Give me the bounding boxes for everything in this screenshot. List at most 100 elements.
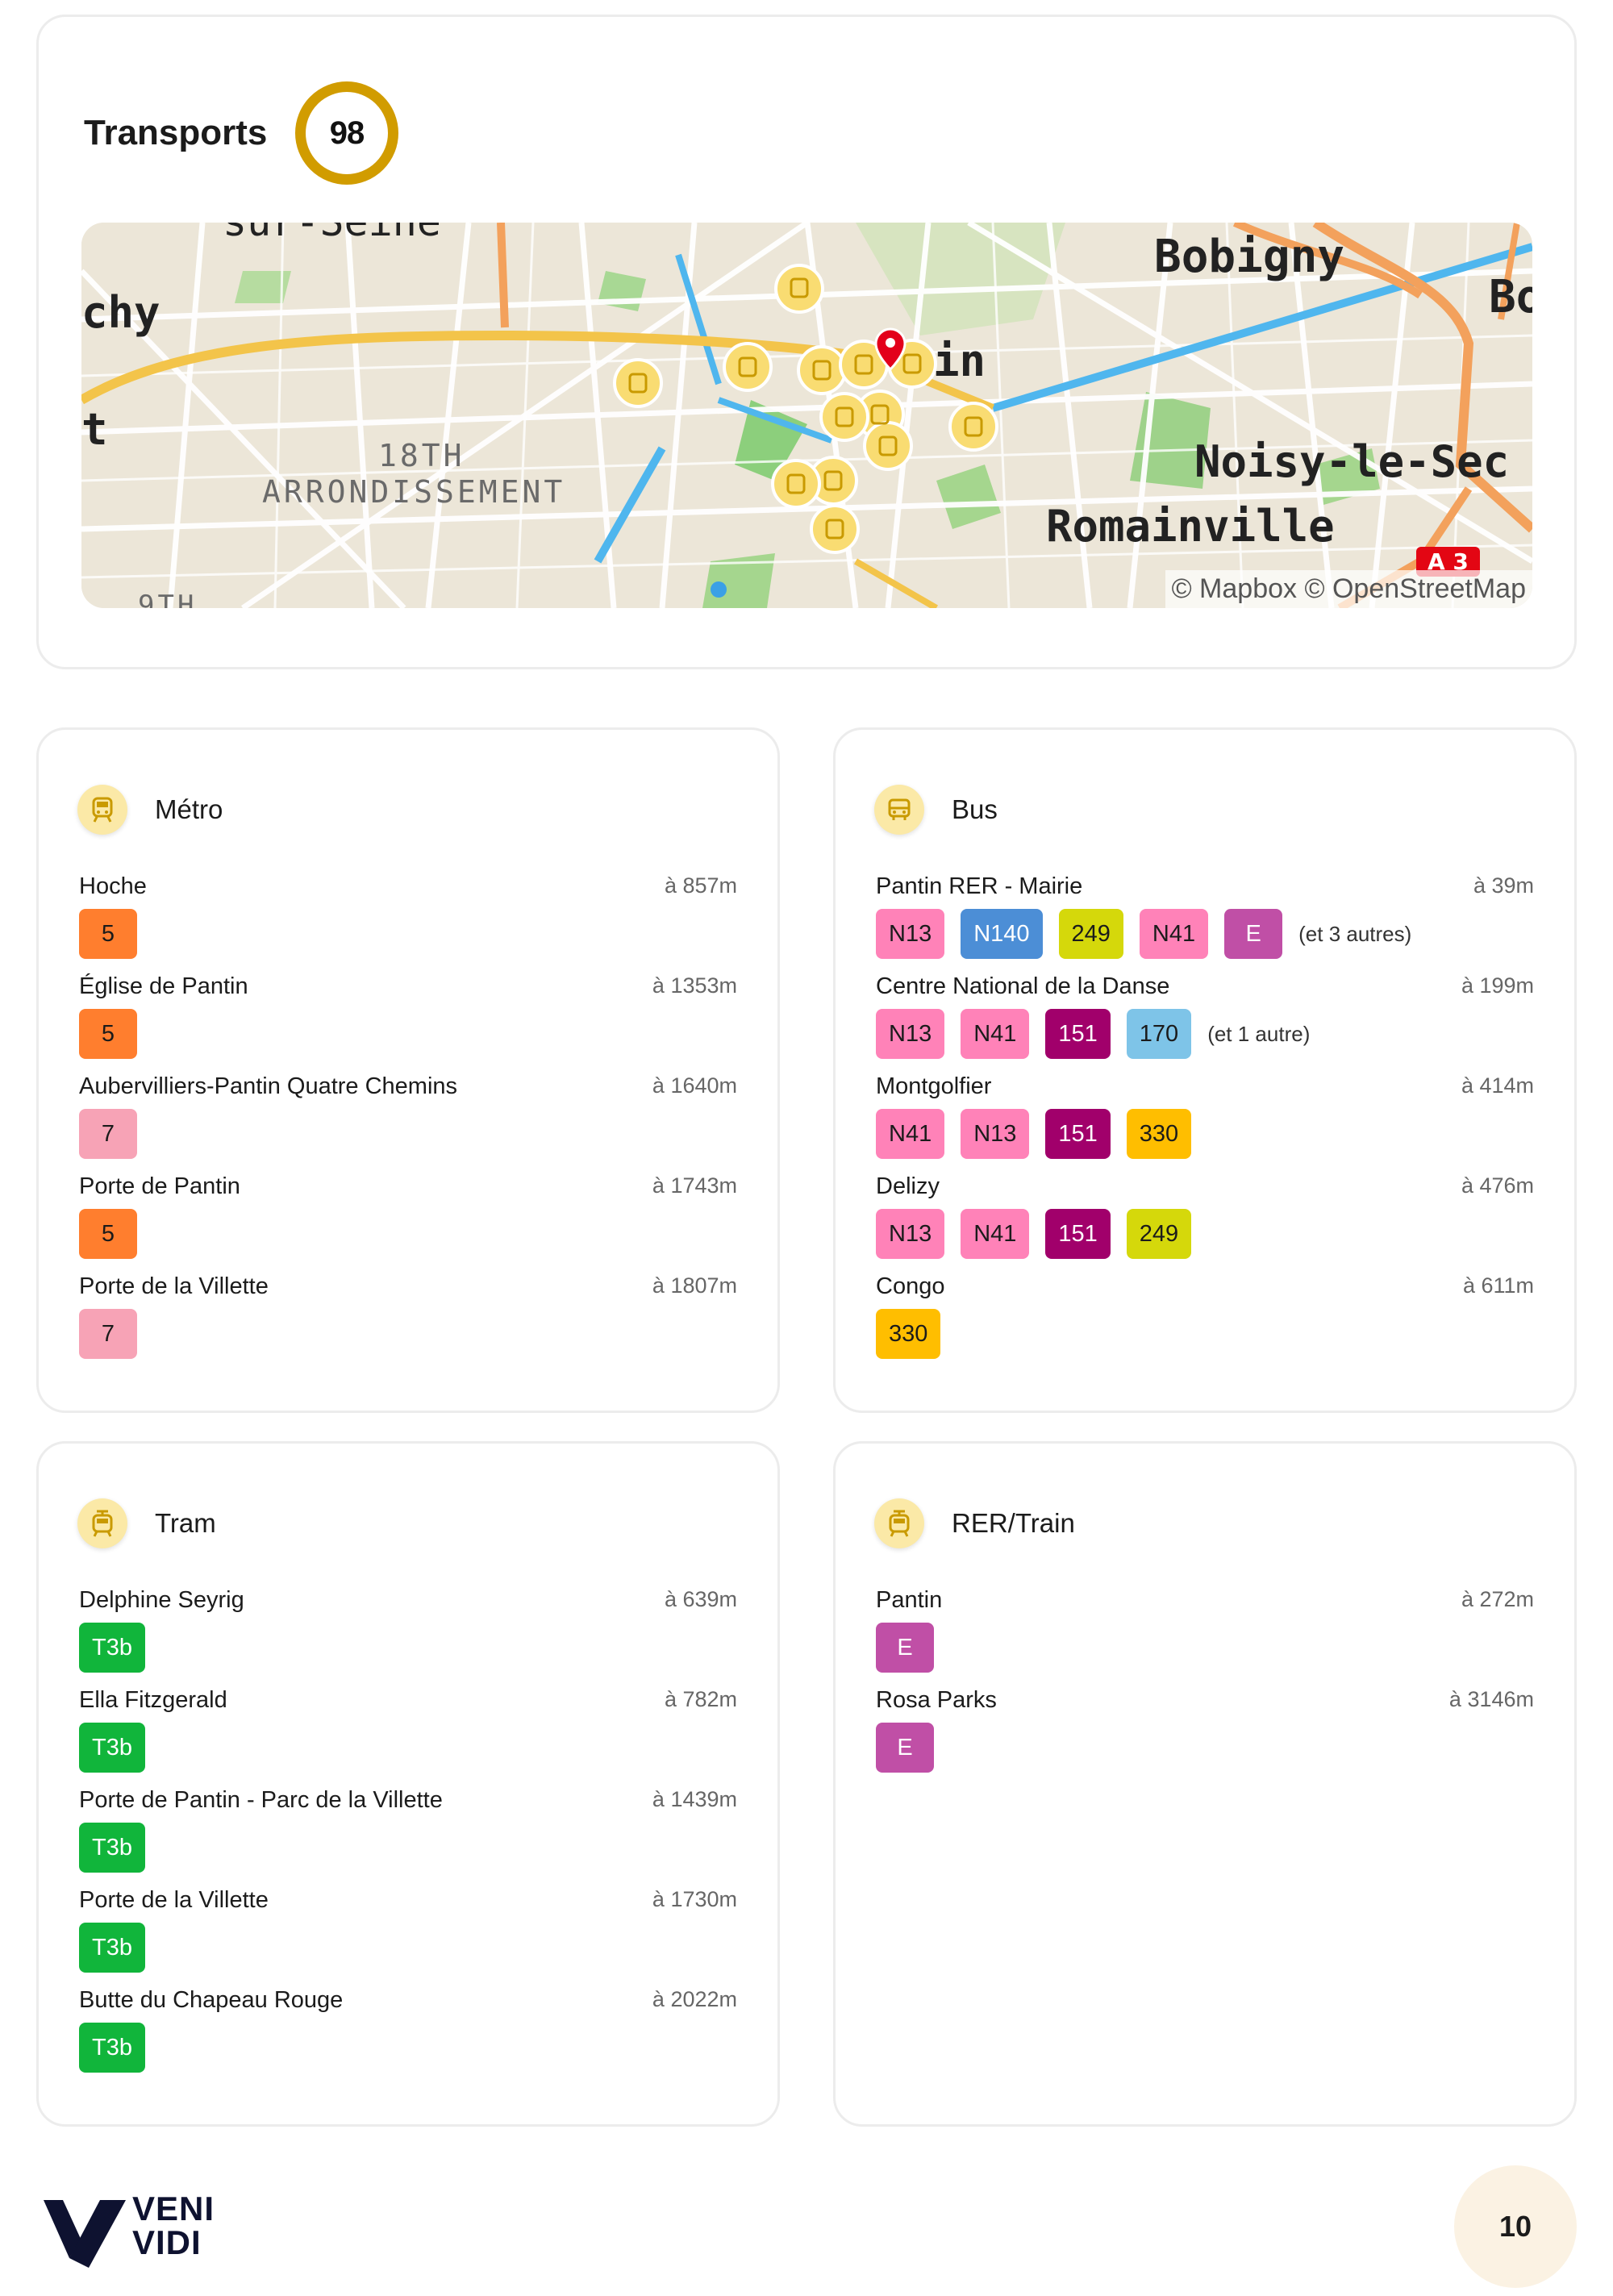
- line-badge: T3b: [79, 2023, 145, 2073]
- line-badge: N41: [1139, 909, 1209, 959]
- line-badges: E: [876, 1623, 950, 1673]
- tram-stop-list: Delphine Seyrig à 639m T3b Ella Fitzgerald à…: [79, 1587, 737, 2087]
- line-badge: 5: [79, 1209, 137, 1259]
- line-badge: N41: [961, 1009, 1030, 1059]
- line-badge: N13: [876, 1209, 945, 1259]
- stop-name: Ella Fitzgerald: [79, 1687, 227, 1713]
- line-badges: T3b: [79, 1823, 161, 1873]
- section-title-tram: Tram: [155, 1508, 216, 1538]
- transport-map[interactable]: sur-Seine chy t 18TH ARRONDISSEMENT in B…: [81, 223, 1532, 608]
- stop-row: Congo à 611m 330: [876, 1273, 1534, 1373]
- map-label-romainville: Romainville: [1046, 501, 1335, 552]
- veni-vidi-logo[interactable]: VENI VIDI: [42, 2192, 235, 2268]
- line-badge: N13: [876, 909, 945, 959]
- stop-row: Porte de la Villette à 1730m T3b: [79, 1887, 737, 1987]
- stop-distance: à 476m: [1461, 1173, 1534, 1198]
- stop-row: Delphine Seyrig à 639m T3b: [79, 1587, 737, 1687]
- line-badge: T3b: [79, 1623, 145, 1673]
- stop-name: Delphine Seyrig: [79, 1587, 244, 1613]
- stop-distance: à 1743m: [652, 1173, 737, 1198]
- stop-name: Delizy: [876, 1173, 940, 1199]
- transports-card: Transports 98 chy t 18TH ARRONDISSEMENT …: [36, 15, 1577, 669]
- stop-name: Porte de Pantin: [79, 1173, 240, 1199]
- stop-name: Église de Pantin: [79, 973, 248, 999]
- stop-distance: à 1730m: [652, 1887, 737, 1911]
- line-badge: N140: [961, 909, 1043, 959]
- stop-distance: à 3146m: [1448, 1687, 1534, 1711]
- map-label-chy: chy: [81, 287, 160, 338]
- line-badges: 5: [79, 1009, 153, 1059]
- line-badge: 330: [1126, 1109, 1192, 1159]
- rer-card: RER/Train Pantin à 272m E Rosa Parks à 3146m…: [833, 1441, 1577, 2127]
- line-badges: N13 N140 249 N41 E (et 3 autres): [876, 909, 1411, 959]
- stop-distance: à 1353m: [652, 973, 737, 998]
- line-badge: 151: [1045, 1209, 1111, 1259]
- stop-row: Rosa Parks à 3146m E: [876, 1687, 1534, 1787]
- section-title-bus: Bus: [952, 794, 998, 824]
- stop-row: Ella Fitzgerald à 782m T3b: [79, 1687, 737, 1787]
- line-badges: 5: [79, 1209, 153, 1259]
- map-label-bobigny: Bobigny: [1154, 231, 1345, 283]
- stop-distance: à 272m: [1461, 1587, 1534, 1611]
- stop-row: Porte de Pantin - Parc de la Villette à 1…: [79, 1787, 737, 1887]
- line-badge: E: [876, 1623, 934, 1673]
- line-badge: E: [1224, 909, 1283, 959]
- stop-distance: à 39m: [1473, 873, 1534, 898]
- metro-icon: [77, 785, 127, 835]
- line-badges: T3b: [79, 2023, 161, 2073]
- stop-row: Hoche à 857m 5: [79, 873, 737, 973]
- stop-name: Congo: [876, 1273, 945, 1299]
- metro-card: Métro Hoche à 857m 5 Église de Pantin à 1353…: [36, 727, 780, 1413]
- stop-row: Porte de la Villette à 1807m 7: [79, 1273, 737, 1373]
- stop-row: Pantin à 272m E: [876, 1587, 1534, 1687]
- line-badge: 151: [1045, 1109, 1111, 1159]
- line-badge: 330: [876, 1309, 941, 1359]
- line-badges: T3b: [79, 1623, 161, 1673]
- line-badge: N13: [876, 1009, 945, 1059]
- line-badge: 249: [1126, 1209, 1192, 1259]
- page-number: 10: [1454, 2165, 1577, 2288]
- rer-stop-list: Pantin à 272m E Rosa Parks à 3146m E: [876, 1587, 1534, 1787]
- map-label-noisy-le-sec: Noisy-le-Sec: [1194, 436, 1510, 487]
- tram-card: Tram Delphine Seyrig à 639m T3b Ella Fitzge…: [36, 1441, 780, 2127]
- line-badges: 330: [876, 1309, 957, 1359]
- logo-text: VENI VIDI: [132, 2190, 215, 2261]
- bus-stop-list: Pantin RER - Mairie à 39m N13 N140 249 N41 E (e…: [876, 873, 1534, 1373]
- stop-name: Porte de Pantin - Parc de la Villette: [79, 1787, 443, 1813]
- stop-row: Butte du Chapeau Rouge à 2022m T3b: [79, 1987, 737, 2087]
- transports-title: Transports: [84, 113, 268, 152]
- line-badge: 170: [1126, 1009, 1192, 1059]
- bus-card: Bus Pantin RER - Mairie à 39m N13 N140 249 N4…: [833, 727, 1577, 1413]
- stop-name: Porte de la Villette: [79, 1887, 269, 1913]
- bus-icon: [874, 785, 924, 835]
- line-badges: 7: [79, 1109, 153, 1159]
- line-badges: T3b: [79, 1923, 161, 1973]
- map-label-18th: 18TH: [378, 438, 465, 473]
- line-badges: T3b: [79, 1723, 161, 1773]
- line-badge: 5: [79, 1009, 137, 1059]
- stop-distance: à 199m: [1461, 973, 1534, 998]
- stop-name: Centre National de la Danse: [876, 973, 1170, 999]
- map-label-arrondissement: ARRONDISSEMENT: [262, 474, 566, 510]
- more-lines-note: (et 1 autre): [1207, 1021, 1311, 1046]
- stop-row: Montgolfier à 414m N41 N13 151 330: [876, 1073, 1534, 1173]
- section-title-rer: RER/Train: [952, 1508, 1075, 1538]
- transport-score-badge: 98: [295, 81, 398, 185]
- section-title-metro: Métro: [155, 794, 223, 824]
- map-attribution[interactable]: © Mapbox © OpenStreetMap: [1165, 570, 1532, 608]
- stop-name: Porte de la Villette: [79, 1273, 269, 1299]
- map-label-bo: Bo: [1489, 271, 1532, 323]
- stop-row: Église de Pantin à 1353m 5: [79, 973, 737, 1073]
- stop-distance: à 782m: [664, 1687, 737, 1711]
- line-badges: N13 N41 151 249: [876, 1209, 1207, 1259]
- line-badge: E: [876, 1723, 934, 1773]
- map-label-pantin: in: [933, 335, 986, 386]
- stop-name: Butte du Chapeau Rouge: [79, 1987, 344, 2013]
- line-badge: N41: [876, 1109, 945, 1159]
- map-label-sur-seine: sur-Seine: [223, 223, 441, 245]
- map-label-19th: 9TH: [138, 590, 198, 608]
- line-badges: 5: [79, 909, 153, 959]
- line-badges: N41 N13 151 330: [876, 1109, 1207, 1159]
- line-badge: T3b: [79, 1823, 145, 1873]
- stop-name: Pantin: [876, 1587, 943, 1613]
